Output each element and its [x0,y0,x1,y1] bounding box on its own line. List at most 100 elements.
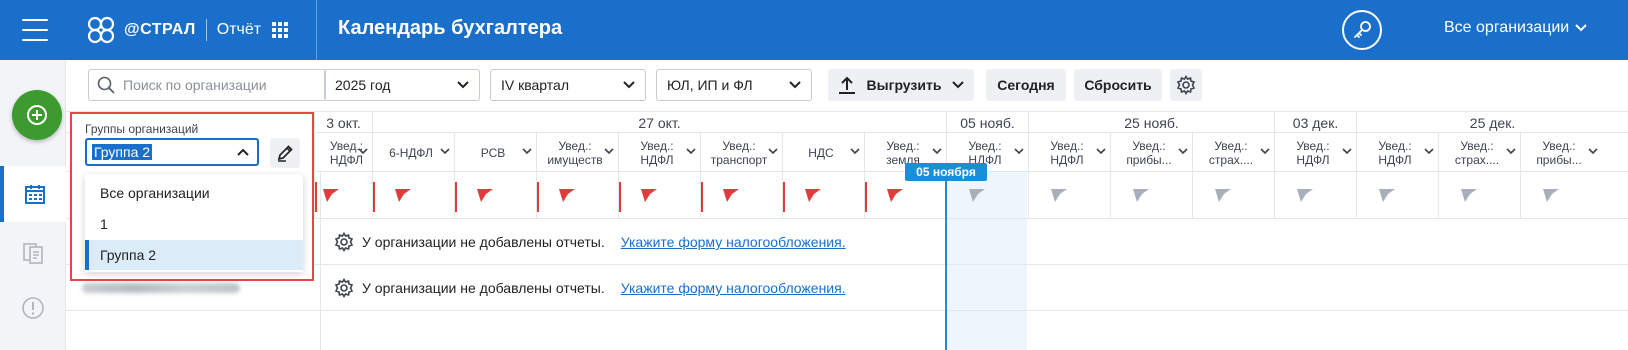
rail-item-alerts[interactable] [0,280,66,336]
product-name: Отчёт [216,21,262,38]
report-status-cell[interactable] [536,172,618,218]
chevron-down-icon [952,81,964,89]
report-column-header[interactable]: Увед.: НДФЛ [1274,133,1356,173]
today-button[interactable]: Сегодня [986,69,1066,101]
org-type-select-value: ЮЛ, ИП и ФЛ [667,77,753,93]
report-status-cell[interactable] [618,172,700,218]
flag-overdue-icon [477,189,493,202]
groups-option-1[interactable]: 1 [85,209,303,239]
logo[interactable]: @СТРАЛ Отчёт [84,12,261,48]
chevron-down-icon [604,148,614,155]
chevron-down-icon [440,148,450,155]
flag-pending-icon [1215,189,1231,202]
report-column-label: Увед.: транспорт [707,139,771,167]
search-input[interactable]: Поиск по организации [88,69,326,101]
report-column-label: Увед.: НДФЛ [1035,139,1099,167]
overdue-marker [701,182,703,212]
report-status-cell[interactable] [314,172,372,218]
report-column-label-line: Увед.: [558,139,592,153]
rail-item-documents[interactable] [0,225,66,281]
groups-select[interactable]: Группа 2 [85,138,259,166]
key-button[interactable] [1342,10,1382,50]
report-status-cell[interactable] [1192,172,1274,218]
organization-selector-label: Все организации [1444,19,1570,36]
report-column-header[interactable]: Увед.: страх.... [1438,133,1520,173]
set-taxation-link[interactable]: Укажите форму налогообложения. [621,280,846,296]
no-reports-message: У организации не добавлены отчеты. Укажи… [334,232,846,252]
report-column-header[interactable]: Увед.: страх.... [1192,133,1274,173]
date-header: 27 окт. [372,112,946,133]
report-column-label-line: Увед.: [722,139,756,153]
report-column-header[interactable]: Увед.: НДФЛ [314,133,372,173]
report-status-cell[interactable] [1110,172,1192,218]
export-button[interactable]: Выгрузить [828,69,974,101]
date-header: 05 нояб. [946,112,1028,133]
chevron-down-icon [1575,24,1587,32]
today-marker-line [945,172,947,350]
reset-button[interactable]: Сбросить [1074,69,1162,101]
rail-item-calendar[interactable] [0,166,66,222]
report-status-cell[interactable] [372,172,454,218]
add-button[interactable] [12,90,62,140]
alert-circle-icon [22,297,44,319]
groups-option-all[interactable]: Все организации [85,178,303,208]
chevron-down-icon [789,81,801,89]
gear-icon [334,278,354,298]
report-column-label-line: Увед.: [1214,139,1248,153]
report-column-label-line: РСВ [480,146,506,160]
chevron-down-icon [1096,148,1106,155]
report-column-label: Увед.: страх.... [1445,139,1509,167]
year-select[interactable]: 2025 год [324,69,480,101]
report-column-header[interactable]: Увед.: транспорт [700,133,782,173]
report-column-header[interactable]: Увед.: прибы... [1520,133,1602,173]
apps-grid-icon[interactable] [272,22,288,38]
report-column-header[interactable]: РСВ [454,133,536,173]
report-status-cell[interactable] [1520,172,1602,218]
export-button-label: Выгрузить [866,77,942,93]
groups-option-group-2[interactable]: Группа 2 [85,240,303,270]
calendar-icon [25,185,45,204]
flag-overdue-icon [887,189,903,202]
report-column-label-line: НДФЛ [640,153,674,167]
report-status-cell[interactable] [1356,172,1438,218]
report-status-cell[interactable] [1028,172,1110,218]
report-column-label-line: НДФЛ [1296,153,1330,167]
report-column-label-line: Увед.: [1296,139,1330,153]
settings-button[interactable] [1170,69,1202,101]
flag-overdue-icon [805,189,821,202]
set-taxation-link[interactable]: Укажите форму налогообложения. [621,234,846,250]
report-column-header[interactable]: 6-НДФЛ [372,133,454,173]
hamburger-menu-icon[interactable] [22,19,48,41]
chevron-down-icon [1260,148,1270,155]
chevron-down-icon [1424,148,1434,155]
report-column-header[interactable]: НДС [782,133,864,173]
report-status-cell[interactable] [454,172,536,218]
report-status-cell[interactable] [782,172,864,218]
report-status-cell[interactable] [1438,172,1520,218]
report-status-cell[interactable] [1274,172,1356,218]
report-column-label-line: Увед.: [640,139,674,153]
report-column-header[interactable]: Увед.: НДФЛ [1356,133,1438,173]
report-column-label-line: Увед.: [1378,139,1412,153]
quarter-select[interactable]: IV квартал [490,69,646,101]
report-column-label-line: Увед.: [1050,139,1084,153]
report-column-label: Увед.: прибы... [1527,139,1591,167]
report-column-header[interactable]: Увед.: имуществ [536,133,618,173]
report-column-label-line: страх.... [1454,153,1500,167]
report-column-label-line: НДС [808,146,834,160]
top-bar: @СТРАЛ Отчёт Календарь бухгалтера Все ор… [0,0,1628,60]
report-status-cell[interactable] [700,172,782,218]
report-column-label-line: Увед.: [1542,139,1576,153]
report-column-header[interactable]: Увед.: НДФЛ [618,133,700,173]
report-column-header[interactable]: Увед.: НДФЛ [1028,133,1110,173]
org-type-select[interactable]: ЮЛ, ИП и ФЛ [656,69,812,101]
edit-groups-button[interactable] [270,138,300,168]
toolbar: Поиск по организации 2025 год IV квартал… [66,60,1628,111]
overdue-marker [619,182,621,212]
chevron-down-icon [768,148,778,155]
report-column-label-line: страх.... [1208,153,1254,167]
organization-selector[interactable]: Все организации [1444,19,1587,37]
report-column-header[interactable]: Увед.: прибы... [1110,133,1192,173]
report-column-label-line: прибы... [1126,153,1172,167]
report-column-label-line: имуществ [547,153,603,167]
